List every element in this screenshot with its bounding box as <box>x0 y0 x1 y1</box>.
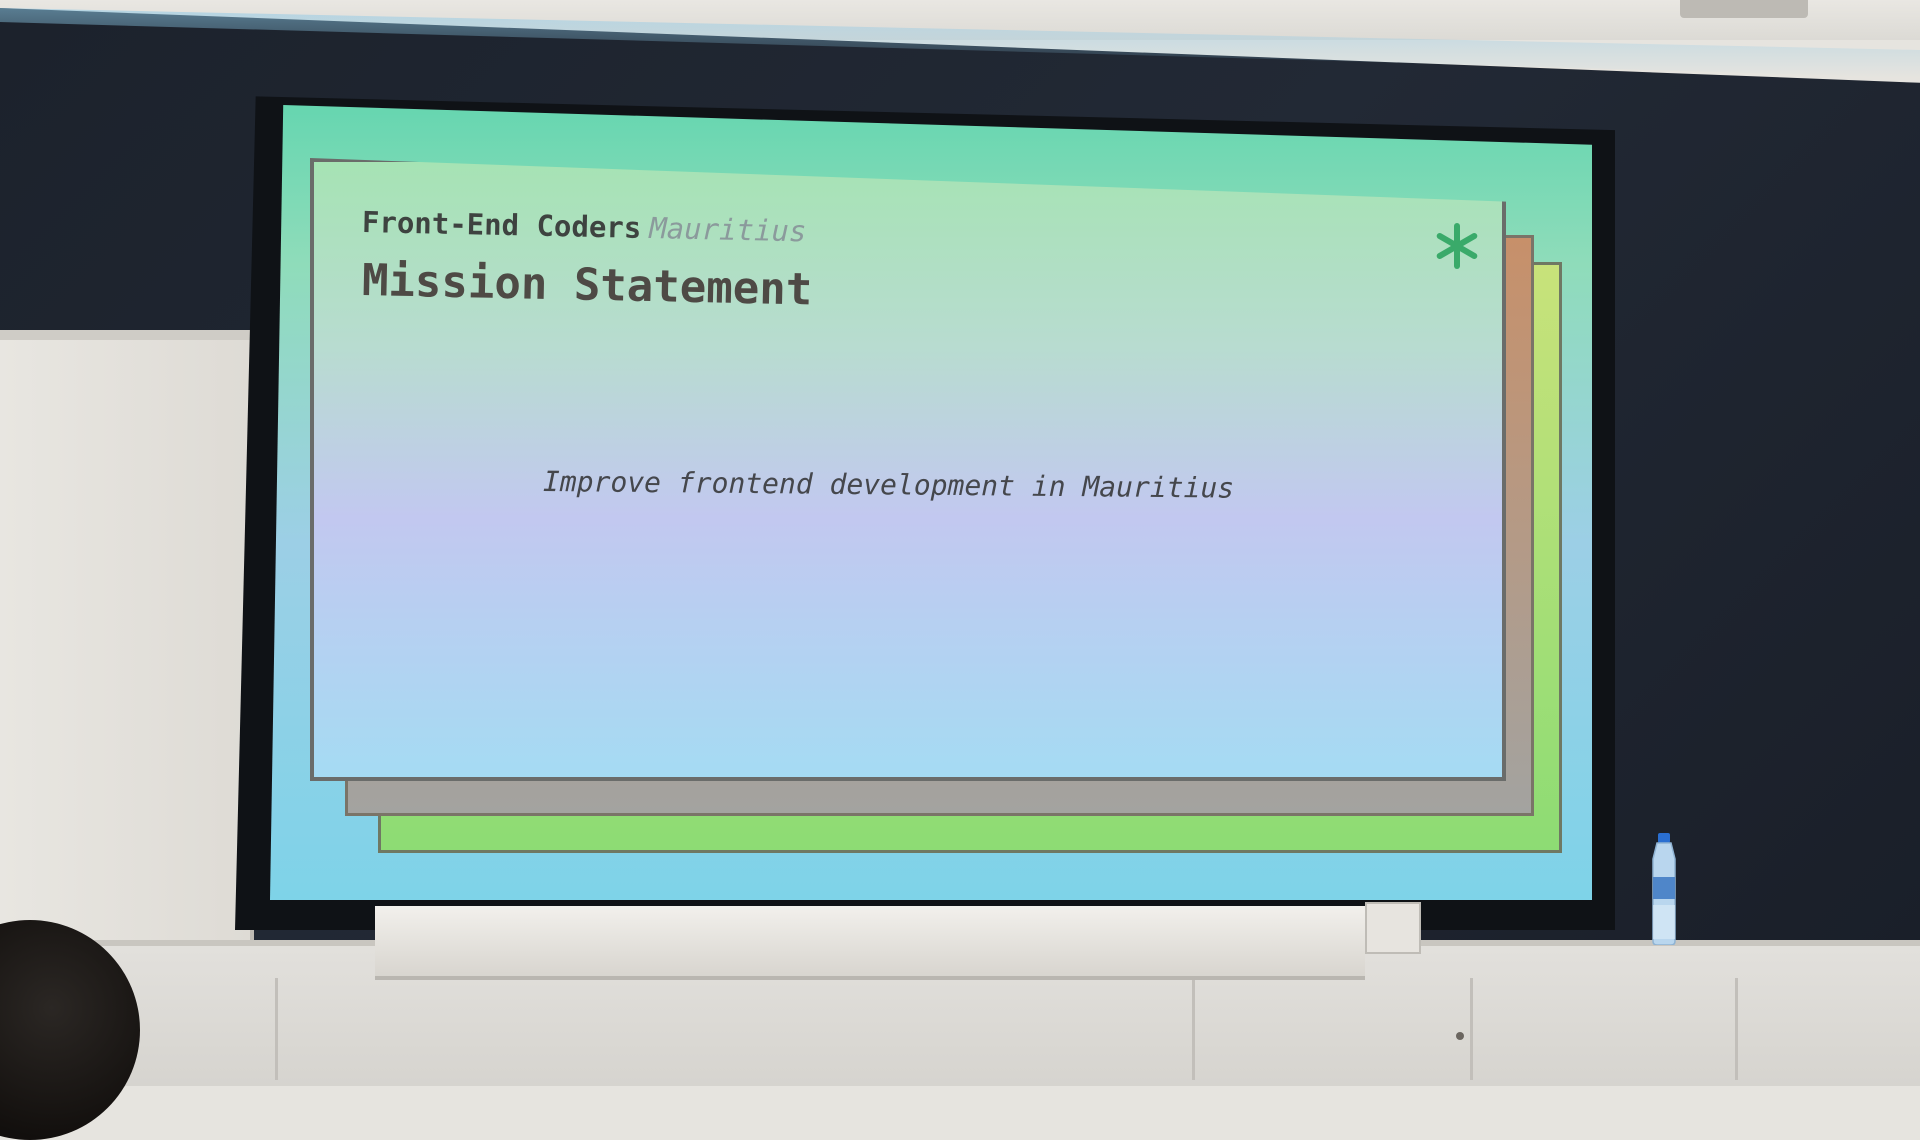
slide-title: Mission Statement <box>361 255 813 316</box>
organization-place: Mauritius <box>648 211 807 249</box>
cabinet-divider <box>1735 978 1738 1080</box>
mission-statement-text: Improve frontend development in Mauritiu… <box>542 465 1235 505</box>
ceiling-fixture <box>1680 0 1808 18</box>
cabinet-knob <box>1456 1032 1464 1040</box>
cabinet-divider <box>1470 978 1473 1080</box>
organization-name-text: Front-End Coders <box>361 205 642 245</box>
whiteboard <box>0 330 254 1000</box>
screen-ledge <box>375 906 1365 980</box>
screen-ledge-end <box>1365 902 1421 954</box>
asterisk-icon <box>1436 223 1478 269</box>
water-bottle <box>1652 833 1676 945</box>
cabinet-divider <box>275 978 278 1080</box>
cabinet-divider <box>1192 978 1195 1080</box>
